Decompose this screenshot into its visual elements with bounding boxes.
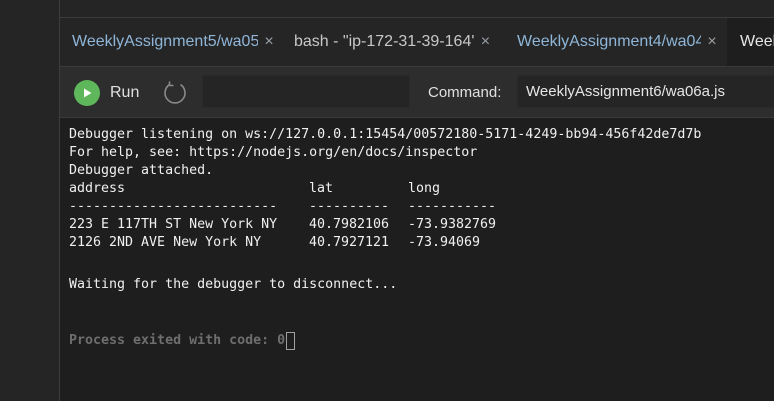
cell-long: -73.94069 bbox=[408, 235, 481, 250]
exit-text: Process exited with code: 0 bbox=[69, 333, 286, 348]
terminal-output[interactable]: Debugger listening on ws://127.0.0.1:154… bbox=[60, 126, 774, 401]
run-toolbar: Run Command: WeeklyAssignment6/wa06a.js bbox=[60, 66, 774, 118]
command-label: Command: bbox=[428, 84, 502, 101]
cell-address: 2126 2ND AVE New York NY bbox=[69, 235, 262, 250]
terminal-line-exit: Process exited with code: 0 bbox=[69, 332, 296, 350]
cell-lat: 40.7982106 bbox=[309, 217, 390, 232]
header-long: long bbox=[408, 181, 441, 196]
run-button[interactable]: Run bbox=[74, 78, 139, 108]
restart-icon[interactable] bbox=[161, 79, 189, 107]
header-address: address bbox=[69, 181, 126, 196]
tab-close-icon[interactable]: × bbox=[705, 33, 719, 51]
cell-lat: 40.7927121 bbox=[309, 235, 390, 250]
cell-long: -73.9382769 bbox=[408, 217, 497, 232]
cell-address: 223 E 117TH ST New York NY bbox=[69, 217, 278, 232]
terminal-line-waiting: Waiting for the debugger to disconnect..… bbox=[69, 277, 398, 292]
terminal-line-debugger-listening: Debugger listening on ws://127.0.0.1:154… bbox=[69, 127, 702, 142]
header-lat: lat bbox=[309, 181, 334, 196]
play-icon bbox=[74, 80, 100, 106]
tab-weeklyassignment6-active[interactable]: WeeklyAssign bbox=[727, 18, 774, 66]
tab-label: WeeklyAssignment4/wa04 bbox=[517, 33, 701, 50]
separator-lat: ---------- bbox=[309, 199, 390, 214]
tab-label: WeeklyAssign bbox=[740, 33, 774, 50]
terminal-line-help: For help, see: https://nodejs.org/en/doc… bbox=[69, 145, 478, 160]
terminal-cursor bbox=[286, 332, 296, 350]
tab-bash[interactable]: bash - "ip-172-31-39-164' × bbox=[294, 18, 492, 66]
tab-bar: WeeklyAssignment5/wa05 × bash - "ip-172-… bbox=[60, 18, 774, 66]
top-strip bbox=[59, 0, 774, 18]
command-input[interactable]: WeeklyAssignment6/wa06a.js bbox=[517, 75, 774, 108]
separator-address: -------------------------- bbox=[69, 199, 278, 214]
tab-close-icon[interactable]: × bbox=[262, 33, 276, 51]
tab-weeklyassignment4[interactable]: WeeklyAssignment4/wa04 × bbox=[517, 18, 719, 66]
run-arguments-input[interactable] bbox=[202, 75, 410, 108]
terminal-line-attached: Debugger attached. bbox=[69, 163, 214, 178]
run-panel: WeeklyAssignment5/wa05 × bash - "ip-172-… bbox=[59, 18, 774, 401]
run-label: Run bbox=[110, 84, 140, 101]
tab-label: WeeklyAssignment5/wa05 bbox=[72, 33, 258, 50]
tab-label: bash - "ip-172-31-39-164' bbox=[294, 33, 475, 50]
left-gutter bbox=[0, 0, 59, 401]
tab-close-icon[interactable]: × bbox=[478, 33, 492, 51]
tab-weeklyassignment5[interactable]: WeeklyAssignment5/wa05 × bbox=[72, 18, 276, 66]
separator-long: ----------- bbox=[408, 199, 497, 214]
